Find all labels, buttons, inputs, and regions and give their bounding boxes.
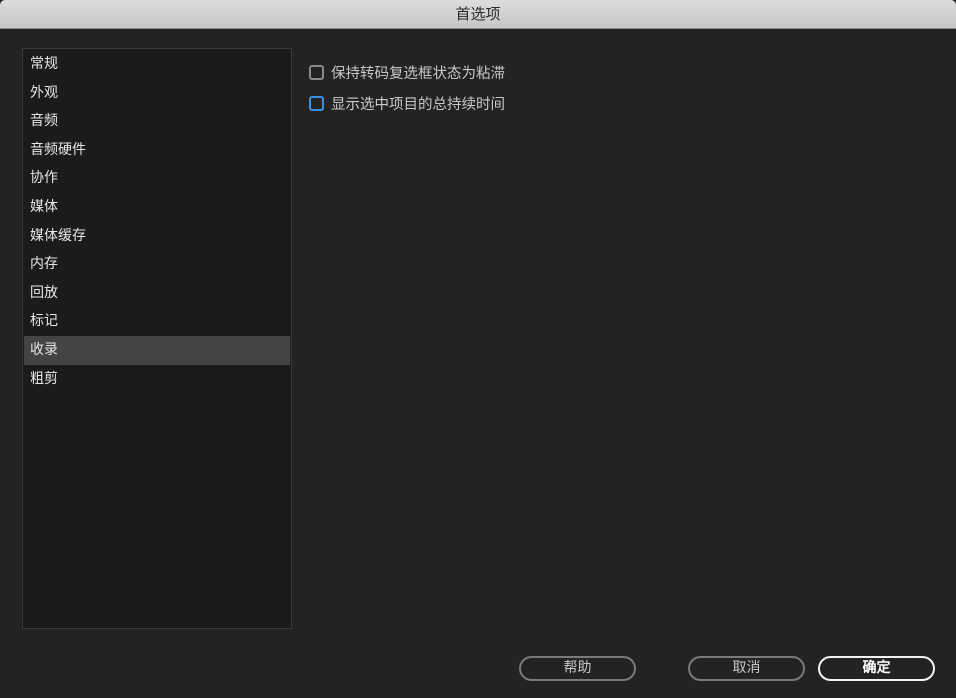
sidebar-item-ingest[interactable]: 收录 bbox=[24, 335, 290, 365]
sidebar-item-audio[interactable]: 音频 bbox=[24, 107, 290, 136]
sidebar-item-label: 协作 bbox=[30, 170, 58, 187]
preferences-content: 保持转码复选框状态为粘滞 显示选中项目的总持续时间 bbox=[309, 60, 505, 122]
sidebar-item-markers[interactable]: 标记 bbox=[24, 307, 290, 336]
sidebar-item-appearance[interactable]: 外观 bbox=[24, 79, 290, 108]
sticky-transcode-option[interactable]: 保持转码复选框状态为粘滞 bbox=[309, 60, 505, 84]
sidebar-item-label: 音频硬件 bbox=[30, 141, 86, 158]
ok-button[interactable]: 确定 bbox=[818, 656, 935, 681]
show-total-duration-checkbox[interactable] bbox=[309, 95, 324, 111]
sidebar-item-label: 内存 bbox=[30, 256, 58, 273]
show-total-duration-label[interactable]: 显示选中项目的总持续时间 bbox=[331, 93, 505, 114]
sidebar-item-label: 媒体 bbox=[30, 198, 58, 215]
sidebar-item-label: 外观 bbox=[30, 84, 58, 101]
window-title: 首选项 bbox=[455, 5, 501, 23]
sidebar-item-media-cache[interactable]: 媒体缓存 bbox=[24, 222, 290, 251]
sidebar-item-label: 回放 bbox=[30, 284, 58, 301]
sidebar-item-rough-cut[interactable]: 粗剪 bbox=[24, 365, 290, 394]
sidebar-item-media[interactable]: 媒体 bbox=[24, 193, 290, 222]
title-bar[interactable]: 首选项 bbox=[0, 0, 956, 29]
sidebar-item-memory[interactable]: 内存 bbox=[24, 250, 290, 279]
help-button[interactable]: 帮助 bbox=[519, 656, 636, 681]
sidebar-item-collaboration[interactable]: 协作 bbox=[24, 164, 290, 193]
sidebar-item-general[interactable]: 常规 bbox=[24, 50, 290, 79]
sidebar-item-label: 收录 bbox=[30, 341, 58, 358]
sticky-transcode-checkbox[interactable] bbox=[309, 64, 324, 80]
sticky-transcode-label[interactable]: 保持转码复选框状态为粘滞 bbox=[331, 62, 505, 83]
sidebar-item-playback[interactable]: 回放 bbox=[24, 279, 290, 308]
sidebar-item-label: 粗剪 bbox=[30, 370, 58, 387]
sidebar-item-label: 音频 bbox=[30, 113, 58, 130]
cancel-button[interactable]: 取消 bbox=[688, 656, 805, 681]
sidebar-item-audio-hardware[interactable]: 音频硬件 bbox=[24, 136, 290, 165]
sidebar-item-label: 媒体缓存 bbox=[30, 227, 86, 244]
preferences-category-list[interactable]: 常规 外观 音频 音频硬件 协作 媒体 媒体缓存 内存 回放 标记 收录 粗剪 bbox=[22, 48, 292, 629]
sidebar-item-label: 标记 bbox=[30, 313, 58, 330]
show-total-duration-option[interactable]: 显示选中项目的总持续时间 bbox=[309, 91, 505, 115]
sidebar-item-label: 常规 bbox=[30, 56, 58, 72]
preferences-dialog: 首选项 常规 外观 音频 音频硬件 协作 媒体 媒体缓存 内存 回放 标记 收录… bbox=[0, 0, 956, 698]
